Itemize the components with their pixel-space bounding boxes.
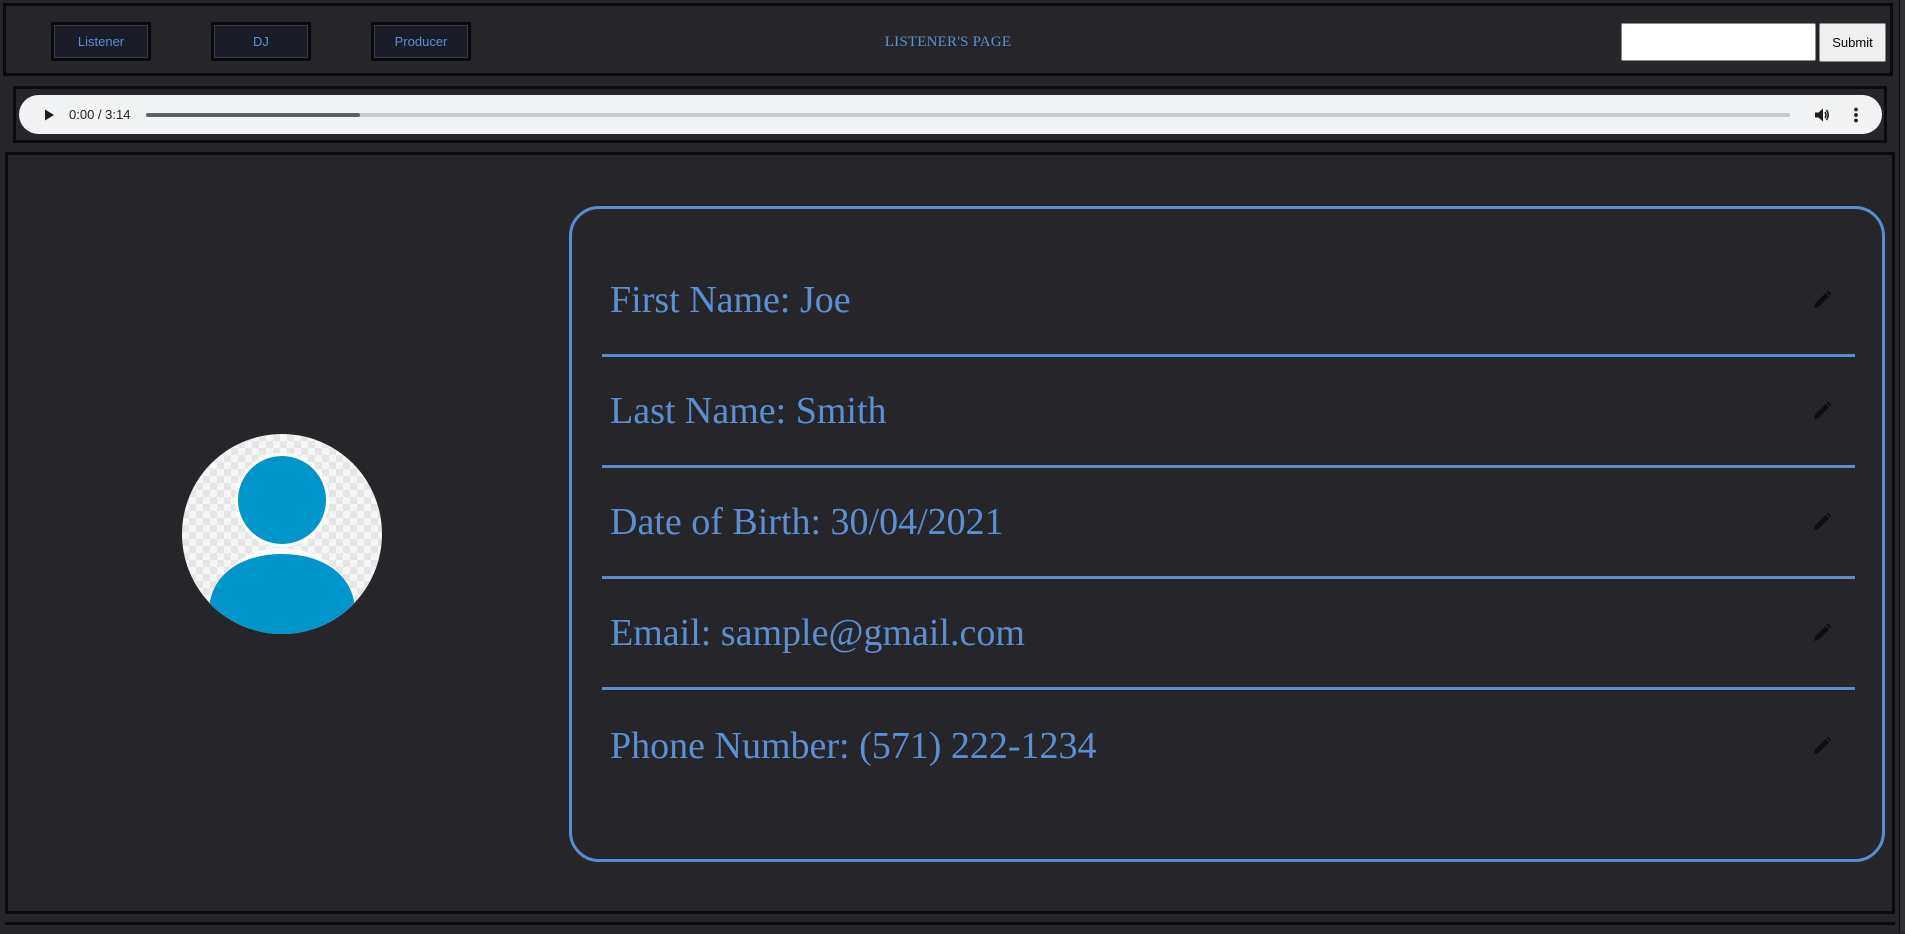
email-text: Email: sample@gmail.com [610,612,1025,654]
search-input[interactable] [1621,23,1816,61]
top-navbar: Listener DJ Producer LISTENER'S PAGE Sub… [3,3,1893,76]
last-name-text: Last Name: Smith [610,390,887,432]
first-name-text: First Name: Joe [610,279,851,321]
email-row: Email: sample@gmail.com [602,579,1855,690]
phone-number-text: Phone Number: (571) 222-1234 [610,724,1097,767]
pencil-icon[interactable] [1811,289,1833,311]
more-vert-icon[interactable] [1842,101,1870,129]
phone-number-row: Phone Number: (571) 222-1234 [602,690,1855,801]
date-of-birth-text: Date of Birth: 30/04/2021 [610,501,1004,543]
audio-container: 0:00 / 3:14 [13,86,1887,143]
date-of-birth-row: Date of Birth: 30/04/2021 [602,468,1855,579]
progress-buffered [146,112,361,117]
profile-info-card: First Name: Joe Last Name: Smith Date of… [569,206,1885,862]
dj-button[interactable]: DJ [211,22,311,61]
pencil-icon[interactable] [1811,511,1833,533]
profile-panel: First Name: Joe Last Name: Smith Date of… [5,152,1895,914]
pencil-icon[interactable] [1811,735,1833,757]
user-avatar-icon [182,434,382,634]
last-name-row: Last Name: Smith [602,357,1855,468]
pencil-icon[interactable] [1811,400,1833,422]
producer-button[interactable]: Producer [371,22,471,61]
bottom-panel-edge [5,922,1895,934]
audio-player[interactable]: 0:00 / 3:14 [19,95,1882,134]
time-display: 0:00 / 3:14 [69,107,131,122]
progress-bar[interactable] [146,112,1790,117]
listener-button[interactable]: Listener [51,22,151,61]
play-icon[interactable] [35,101,63,129]
volume-icon[interactable] [1808,101,1836,129]
pencil-icon[interactable] [1811,622,1833,644]
submit-button[interactable]: Submit [1819,23,1886,62]
first-name-row: First Name: Joe [602,246,1855,357]
scrollbar[interactable] [1899,0,1905,932]
